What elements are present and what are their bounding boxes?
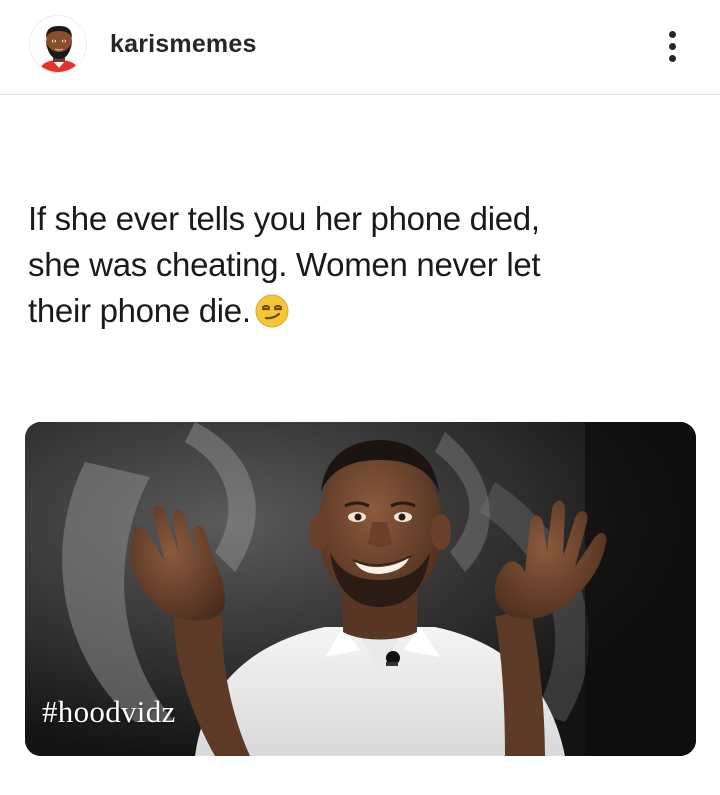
menu-dot — [668, 42, 676, 50]
smirking-face-emoji-icon — [255, 294, 289, 328]
image-watermark: #hoodvidz — [42, 694, 176, 729]
menu-dot — [668, 30, 676, 38]
username[interactable]: karismemes — [110, 30, 257, 59]
caption-line: she was cheating. Women never let — [28, 246, 541, 283]
avatar[interactable] — [29, 15, 87, 73]
caption-line-text: their phone die. — [28, 292, 251, 329]
menu-dot — [668, 54, 676, 62]
post-screen: karismemes If she ever tells you her pho… — [0, 0, 720, 795]
post-header: karismemes — [0, 0, 720, 95]
more-vertical-icon[interactable] — [655, 24, 689, 68]
cartoon-man-avatar-icon — [30, 16, 86, 72]
caption-line: their phone die. — [28, 288, 688, 334]
post-caption: If she ever tells you her phone died, sh… — [28, 196, 688, 334]
caption-line: If she ever tells you her phone died, — [28, 200, 540, 237]
